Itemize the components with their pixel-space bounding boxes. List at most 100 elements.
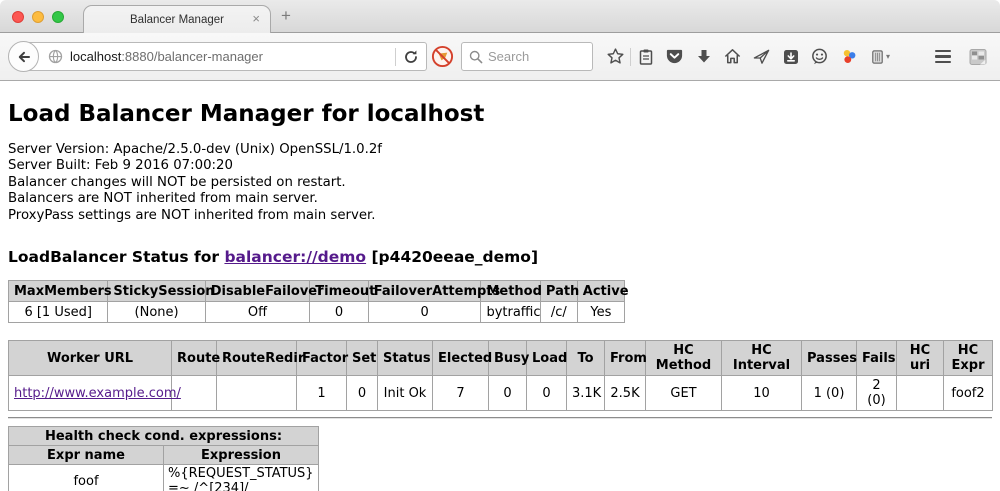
column-header: RouteRedir [217, 341, 297, 376]
table-cell: 0 [527, 376, 567, 411]
bookmark-star-button[interactable] [601, 42, 630, 72]
worker-url-link[interactable]: http://www.example.com/ [14, 386, 181, 401]
loadbalancer-status-heading: LoadBalancer Status for balancer://demo … [8, 248, 992, 266]
tab-title: Balancer Manager [130, 14, 224, 26]
column-header: Busy [489, 341, 527, 376]
home-icon [723, 47, 742, 66]
health-check-table: Health check cond. expressions:Expr name… [8, 426, 992, 491]
hamburger-icon [935, 50, 951, 64]
column-header: Expression [164, 446, 319, 465]
table-cell: bytraffic [481, 302, 540, 323]
table-cell: 3.1K [567, 376, 605, 411]
column-header: HC Interval [722, 341, 802, 376]
navigation-toolbar: localhost:8880/balancer-manager [0, 33, 1000, 81]
table-row: foof%{REQUEST_STATUS} =~ /^[234]/ [9, 465, 319, 491]
search-input[interactable] [488, 49, 585, 64]
star-icon [606, 47, 625, 66]
container-icon [869, 48, 886, 66]
table-cell: Yes [577, 302, 624, 323]
table: Health check cond. expressions:Expr name… [8, 426, 319, 491]
globe-icon [48, 49, 63, 64]
pocket-button[interactable] [660, 42, 689, 72]
column-header: StickySession [108, 281, 205, 302]
table-cell: %{REQUEST_STATUS} =~ /^[234]/ [164, 465, 319, 491]
table-cell: 0 [368, 302, 481, 323]
close-tab-icon[interactable]: × [252, 12, 260, 25]
reload-icon [403, 49, 419, 65]
chevron-down-icon[interactable]: ▾ [886, 52, 898, 61]
reload-button[interactable] [396, 43, 426, 70]
page-title: Load Balancer Manager for localhost [8, 101, 992, 127]
table-cell: 0 [310, 302, 368, 323]
table-cell: /c/ [540, 302, 577, 323]
flash-block-extension-button[interactable] [427, 45, 457, 68]
page-content: Load Balancer Manager for localhost Serv… [0, 101, 1000, 491]
info-line: Server Built: Feb 9 2016 07:00:20 [8, 158, 992, 174]
back-button[interactable] [8, 41, 39, 72]
downloads-button[interactable] [689, 42, 718, 72]
address-bar[interactable]: localhost:8880/balancer-manager [23, 42, 427, 71]
table-row: 6 [1 Used](None)Off00bytraffic/c/Yes [9, 302, 625, 323]
home-button[interactable] [718, 42, 747, 72]
zoom-window-button[interactable] [52, 11, 64, 23]
column-header: Route [172, 341, 217, 376]
minimize-window-button[interactable] [32, 11, 44, 23]
column-header: Method [481, 281, 540, 302]
column-header: DisableFailover [205, 281, 310, 302]
info-line: ProxyPass settings are NOT inherited fro… [8, 208, 992, 224]
table-cell: GET [646, 376, 722, 411]
titlebar: Balancer Manager × + [0, 0, 1000, 33]
search-icon [469, 50, 483, 64]
column-header: MaxMembers [9, 281, 108, 302]
info-line: Balancer changes will NOT be persisted o… [8, 175, 992, 191]
pocket-icon [665, 47, 684, 66]
flash-block-icon [431, 45, 454, 68]
download-arrow-icon [695, 48, 713, 66]
table-title: Health check cond. expressions: [9, 427, 319, 446]
clipboard-button[interactable] [631, 42, 660, 72]
new-tab-button[interactable]: + [281, 6, 291, 26]
tab-balancer-manager[interactable]: Balancer Manager × [83, 5, 271, 33]
column-header: Path [540, 281, 577, 302]
table-cell: 1 (0) [802, 376, 857, 411]
column-header: FailoverAttempts [368, 281, 481, 302]
url-domain: localhost [70, 49, 121, 64]
close-window-button[interactable] [12, 11, 24, 23]
send-tab-button[interactable] [747, 42, 776, 72]
column-header: To [567, 341, 605, 376]
table-cell: 1 [297, 376, 347, 411]
search-bar[interactable] [461, 42, 593, 71]
table-cell [897, 376, 944, 411]
column-header: Set [347, 341, 378, 376]
table-cell [217, 376, 297, 411]
paper-plane-icon [752, 47, 771, 66]
toolbar-actions: ▾ [601, 42, 898, 72]
smiley-icon [810, 47, 829, 66]
download-manager-button[interactable] [776, 42, 805, 72]
tab-groups-button[interactable] [963, 42, 992, 72]
separator [8, 417, 992, 419]
column-header: Fails [857, 341, 897, 376]
column-header: Elected [433, 341, 489, 376]
menu-button[interactable] [928, 42, 957, 72]
column-header: Status [378, 341, 433, 376]
table-cell: 6 [1 Used] [9, 302, 108, 323]
worker-status-table: Worker URLRouteRouteRedirFactorSetStatus… [8, 340, 992, 411]
table-cell: 0 [347, 376, 378, 411]
table-cell: http://www.example.com/ [9, 376, 172, 411]
info-line: Server Version: Apache/2.5.0-dev (Unix) … [8, 142, 992, 158]
window-controls [12, 11, 64, 23]
table-cell: 2.5K [605, 376, 646, 411]
table-cell: foof2 [944, 376, 993, 411]
color-dots-extension-button[interactable] [834, 42, 863, 72]
header-row: Expr nameExpression [9, 446, 319, 465]
color-dots-icon [839, 47, 859, 67]
tab-grid-icon [968, 47, 988, 67]
column-header: Active [577, 281, 624, 302]
balancer-settings-table: MaxMembersStickySessionDisableFailoverTi… [8, 280, 992, 323]
balancer-demo-link[interactable]: balancer://demo [224, 248, 366, 266]
table-cell: Init Ok [378, 376, 433, 411]
download-square-icon [782, 48, 800, 66]
table: Worker URLRouteRouteRedirFactorSetStatus… [8, 340, 993, 411]
feedback-smiley-button[interactable] [805, 42, 834, 72]
